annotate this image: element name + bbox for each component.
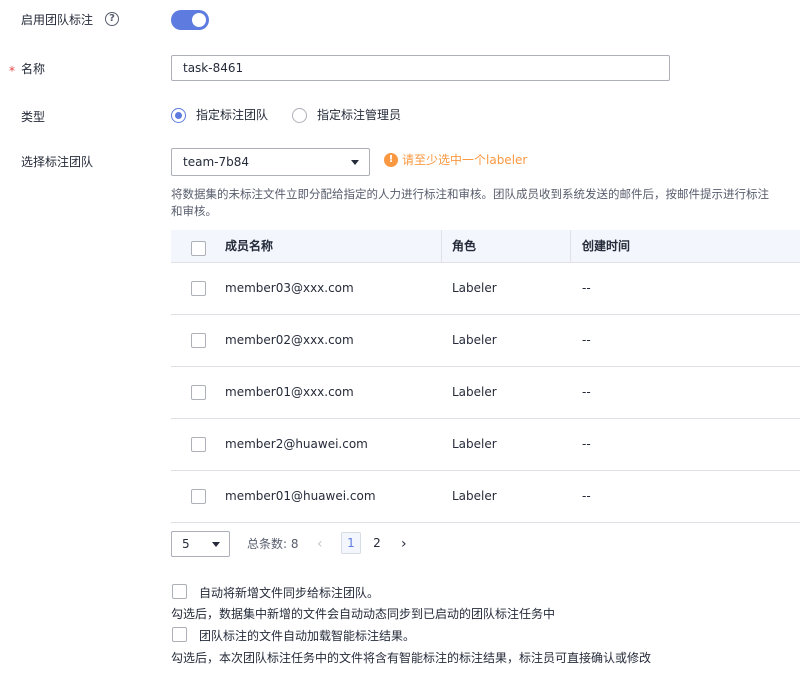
chevron-left-icon[interactable]: ‹: [317, 536, 323, 552]
table-row[interactable]: member03@xxx.com Labeler --: [171, 263, 800, 315]
row-member: member01@huawei.com: [225, 489, 376, 503]
radio-admin-label: 指定标注管理员: [317, 108, 402, 122]
row-created: --: [582, 385, 591, 399]
pagination: 5 总条数: 8 ‹ 1 2 ›: [171, 531, 471, 557]
radio-team-label: 指定标注团队: [196, 108, 269, 122]
row-member: member03@xxx.com: [225, 281, 354, 295]
row-checkbox[interactable]: [191, 281, 206, 296]
toggle-knob: [192, 13, 206, 27]
page-button-2[interactable]: 2: [367, 532, 387, 554]
table-row[interactable]: member01@xxx.com Labeler --: [171, 367, 800, 419]
column-header-role: 角色: [452, 239, 477, 253]
team-select-warning: 请至少选中一个labeler: [402, 153, 528, 167]
radio-option-team[interactable]: 指定标注团队: [171, 107, 268, 123]
page-size-select[interactable]: 5: [171, 531, 230, 557]
page-button-1[interactable]: 1: [341, 532, 361, 554]
auto-load-smart-hint: 勾选后，本次团队标注任务中的文件将含有智能标注的标注结果，标注员可直接确认或修改: [171, 651, 652, 665]
team-select[interactable]: team-7b84: [171, 148, 370, 176]
row-checkbox[interactable]: [191, 437, 206, 452]
table-row[interactable]: member01@huawei.com Labeler --: [171, 471, 800, 523]
sync-new-files-label: 自动将新增文件同步给标注团队。: [199, 586, 380, 600]
auto-load-smart-label: 团队标注的文件自动加载智能标注结果。: [199, 629, 416, 643]
team-label-toggle-label: 启用团队标注: [21, 13, 94, 27]
sync-new-files-checkbox[interactable]: [172, 584, 187, 599]
row-member: member01@xxx.com: [225, 385, 354, 399]
table-header: 成员名称 角色 创建时间: [171, 230, 800, 263]
radio-option-admin[interactable]: 指定标注管理员: [292, 107, 401, 123]
team-select-value: team-7b84: [183, 155, 249, 169]
caret-down-icon: [212, 542, 220, 547]
row-role: Labeler: [452, 281, 497, 295]
sync-new-files-hint: 勾选后，数据集中新增的文件会自动动态同步到已启动的团队标注任务中: [171, 607, 556, 621]
table-row[interactable]: member02@xxx.com Labeler --: [171, 315, 800, 367]
team-select-label: 选择标注团队: [21, 155, 94, 169]
radio-admin[interactable]: [292, 107, 307, 123]
row-role: Labeler: [452, 489, 497, 503]
total-count: 总条数: 8: [247, 537, 299, 551]
member-table: 成员名称 角色 创建时间 member03@xxx.com Labeler --…: [171, 230, 800, 523]
name-label: 名称: [21, 62, 46, 76]
column-header-member: 成员名称: [225, 239, 274, 253]
column-divider: [570, 230, 571, 262]
chevron-right-icon[interactable]: ›: [401, 536, 407, 552]
row-role: Labeler: [452, 385, 497, 399]
row-checkbox[interactable]: [191, 333, 206, 348]
page-size-value: 5: [182, 537, 190, 551]
radio-team[interactable]: [171, 107, 186, 123]
name-input[interactable]: [171, 55, 670, 81]
row-created: --: [582, 281, 591, 295]
row-checkbox[interactable]: [191, 385, 206, 400]
caret-down-icon: [351, 160, 359, 165]
team-select-description: 将数据集的未标注文件立即分配给指定的人力进行标注和审核。团队成员收到系统发送的邮…: [171, 187, 769, 218]
team-label-toggle[interactable]: [171, 10, 209, 30]
column-divider: [441, 230, 442, 262]
column-header-created: 创建时间: [582, 239, 631, 253]
row-created: --: [582, 437, 591, 451]
row-member: member02@xxx.com: [225, 333, 354, 347]
row-role: Labeler: [452, 437, 497, 451]
row-created: --: [582, 333, 591, 347]
row-role: Labeler: [452, 333, 497, 347]
type-label: 类型: [21, 110, 46, 124]
row-created: --: [582, 489, 591, 503]
row-checkbox[interactable]: [191, 489, 206, 504]
question-circle-icon[interactable]: ?: [105, 12, 119, 26]
select-all-checkbox[interactable]: [191, 241, 206, 256]
table-row[interactable]: member2@huawei.com Labeler --: [171, 419, 800, 471]
required-mark: *: [9, 64, 15, 78]
auto-load-smart-checkbox[interactable]: [172, 627, 187, 642]
row-member: member2@huawei.com: [225, 437, 368, 451]
exclamation-circle-icon: !: [384, 153, 398, 167]
